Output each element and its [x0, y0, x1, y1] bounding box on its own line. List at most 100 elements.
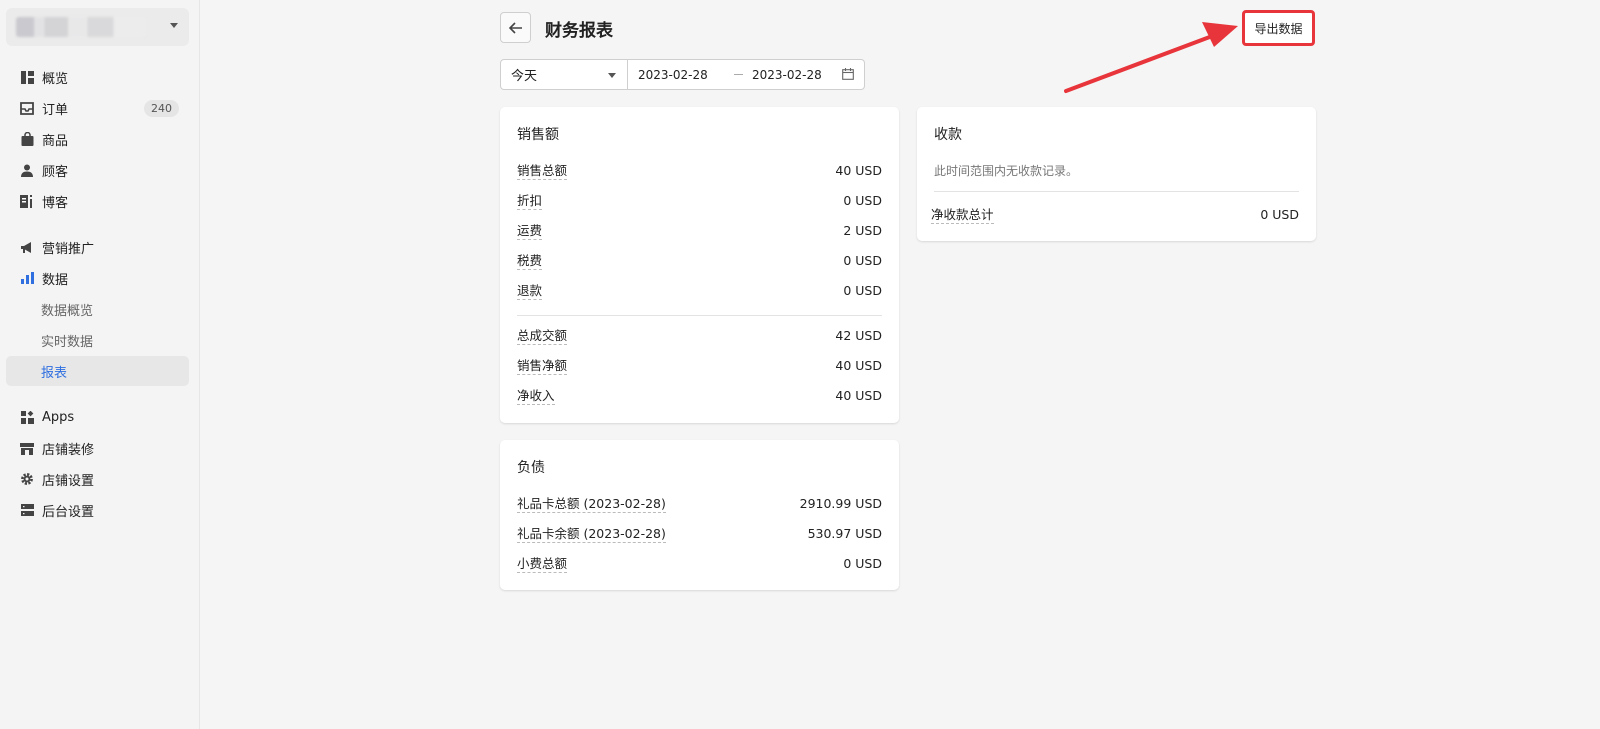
- row-label[interactable]: 折扣: [517, 192, 543, 210]
- row-label[interactable]: 运费: [517, 222, 543, 240]
- row-value: 530.97 USD: [807, 526, 882, 541]
- person-icon: [20, 163, 34, 177]
- sales-row: 折扣 0 USD: [517, 192, 882, 212]
- row-value: 40 USD: [835, 163, 882, 178]
- gear-icon: [20, 472, 34, 486]
- row-label[interactable]: 净收入: [517, 387, 555, 405]
- chevron-down-icon: [608, 73, 616, 78]
- sidebar-item-analytics[interactable]: 数据: [6, 263, 189, 293]
- sidebar-item-label: 后台设置: [42, 504, 95, 520]
- sales-row: 税费 0 USD: [517, 252, 882, 272]
- card-title: 负债: [517, 460, 545, 476]
- export-data-button[interactable]: 导出数据: [1242, 10, 1315, 46]
- payments-total-row: 净收款总计 0 USD: [931, 206, 1299, 226]
- sidebar-item-label: 店铺装修: [42, 442, 95, 458]
- row-label[interactable]: 销售净额: [517, 357, 568, 375]
- sales-row: 运费 2 USD: [517, 222, 882, 242]
- sales-row: 总成交额 42 USD: [517, 327, 882, 347]
- row-value: 0 USD: [1260, 207, 1299, 222]
- sidebar-item-admin-settings[interactable]: 后台设置: [6, 495, 189, 525]
- store-name-redacted: [16, 17, 146, 37]
- start-date-input[interactable]: 2023-02-28: [638, 68, 708, 82]
- divider: [934, 191, 1299, 192]
- row-label[interactable]: 总成交额: [517, 327, 568, 345]
- dashboard-icon: [20, 70, 34, 84]
- arrow-left-icon: [508, 21, 522, 34]
- sidebar: 概览 订单 240 商品 顾客 博客 营销推广 数据 数据概览 实时数据 报表 …: [0, 0, 200, 729]
- sidebar-item-label: 订单: [42, 102, 69, 118]
- row-value: 0 USD: [843, 253, 882, 268]
- calendar-icon[interactable]: [842, 68, 854, 83]
- sidebar-item-label: 店铺设置: [42, 473, 95, 489]
- card-title: 销售额: [517, 127, 559, 143]
- row-value: 2910.99 USD: [799, 496, 882, 511]
- sidebar-item-label: 概览: [42, 71, 69, 87]
- inbox-icon: [20, 101, 34, 115]
- sidebar-item-store-design[interactable]: 店铺装修: [6, 433, 189, 463]
- sidebar-item-label: 报表: [41, 365, 68, 381]
- period-select-value: 今天: [511, 69, 538, 84]
- row-value: 0 USD: [843, 283, 882, 298]
- row-label[interactable]: 礼品卡总额 (2023-02-28): [517, 495, 666, 513]
- date-range-picker[interactable]: 2023-02-28 2023-02-28: [627, 59, 865, 90]
- back-button[interactable]: [500, 12, 531, 43]
- row-label[interactable]: 退款: [517, 282, 543, 300]
- blog-icon: [20, 194, 34, 208]
- period-select[interactable]: 今天: [500, 59, 628, 90]
- bar-chart-icon: [20, 271, 34, 285]
- sidebar-item-label: Apps: [42, 409, 75, 425]
- orders-count-badge: 240: [144, 100, 179, 117]
- row-value: 0 USD: [843, 556, 882, 571]
- chevron-down-icon: [170, 23, 178, 28]
- date-range-separator: [734, 74, 743, 75]
- page-title: 财务报表: [545, 21, 613, 41]
- sidebar-item-label: 顾客: [42, 164, 69, 180]
- liabilities-row: 小费总额 0 USD: [517, 555, 882, 575]
- sidebar-item-customers[interactable]: 顾客: [6, 155, 189, 185]
- sidebar-item-label: 数据: [42, 272, 69, 288]
- sidebar-subitem-analytics-overview[interactable]: 数据概览: [6, 294, 189, 324]
- end-date-input[interactable]: 2023-02-28: [752, 68, 822, 82]
- store-switcher[interactable]: [6, 8, 189, 46]
- storefront-icon: [20, 441, 34, 455]
- row-label[interactable]: 净收款总计: [931, 206, 994, 224]
- sidebar-item-blog[interactable]: 博客: [6, 186, 189, 216]
- sidebar-item-label: 营销推广: [42, 241, 95, 257]
- liabilities-card: 负债 礼品卡总额 (2023-02-28) 2910.99 USD 礼品卡余额 …: [500, 440, 899, 590]
- sidebar-item-store-settings[interactable]: 店铺设置: [6, 464, 189, 494]
- row-value: 42 USD: [835, 328, 882, 343]
- sidebar-subitem-live-data[interactable]: 实时数据: [6, 325, 189, 355]
- sidebar-item-label: 实时数据: [41, 334, 94, 350]
- row-label[interactable]: 小费总额: [517, 555, 568, 573]
- megaphone-icon: [20, 240, 34, 254]
- empty-state-text: 此时间范围内无收款记录。: [934, 164, 1079, 178]
- sales-row: 退款 0 USD: [517, 282, 882, 302]
- row-label[interactable]: 销售总额: [517, 162, 568, 180]
- row-value: 40 USD: [835, 358, 882, 373]
- row-value: 2 USD: [843, 223, 882, 238]
- row-value: 0 USD: [843, 193, 882, 208]
- sidebar-item-overview[interactable]: 概览: [6, 62, 189, 92]
- sidebar-item-label: 博客: [42, 195, 69, 211]
- bag-icon: [20, 132, 34, 146]
- server-icon: [20, 503, 34, 517]
- sidebar-item-apps[interactable]: Apps: [6, 402, 189, 432]
- sales-row: 净收入 40 USD: [517, 387, 882, 407]
- sidebar-item-products[interactable]: 商品: [6, 124, 189, 154]
- liabilities-row: 礼品卡总额 (2023-02-28) 2910.99 USD: [517, 495, 882, 515]
- row-label[interactable]: 税费: [517, 252, 543, 270]
- divider: [517, 315, 882, 316]
- sidebar-item-orders[interactable]: 订单 240: [6, 93, 189, 123]
- sidebar-item-label: 数据概览: [41, 303, 94, 319]
- card-title: 收款: [934, 127, 962, 143]
- sales-card: 销售额 销售总额 40 USD 折扣 0 USD 运费 2 USD 税费 0 U…: [500, 107, 899, 423]
- sales-row: 销售净额 40 USD: [517, 357, 882, 377]
- row-label[interactable]: 礼品卡余额 (2023-02-28): [517, 525, 666, 543]
- sales-row: 销售总额 40 USD: [517, 162, 882, 182]
- sidebar-item-marketing[interactable]: 营销推广: [6, 232, 189, 262]
- apps-icon: [20, 410, 34, 424]
- sidebar-item-label: 商品: [42, 133, 69, 149]
- liabilities-row: 礼品卡余额 (2023-02-28) 530.97 USD: [517, 525, 882, 545]
- sidebar-subitem-reports[interactable]: 报表: [6, 356, 189, 386]
- payments-card: 收款 此时间范围内无收款记录。 净收款总计 0 USD: [917, 107, 1316, 241]
